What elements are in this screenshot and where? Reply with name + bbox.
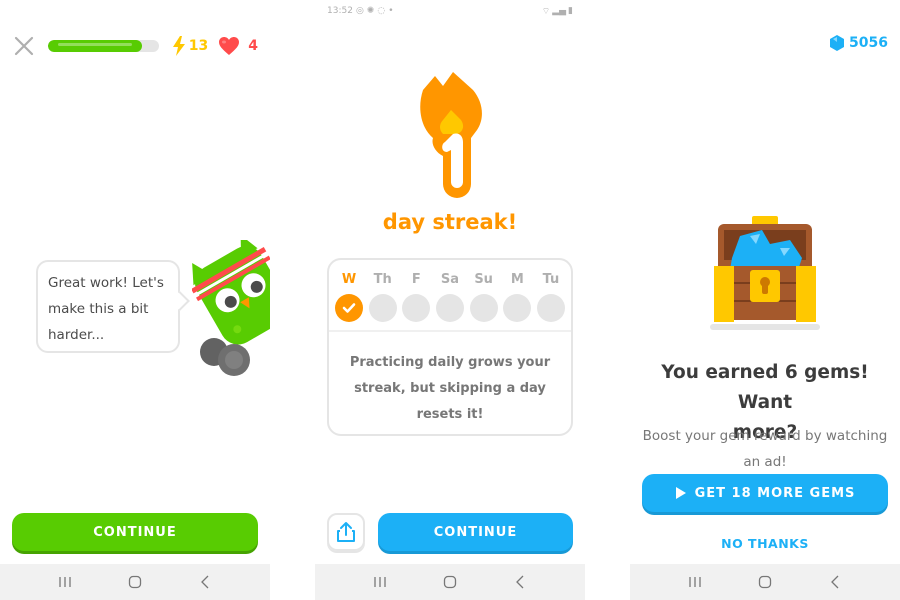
streak-day-empty — [536, 294, 565, 322]
dot-icon: • — [388, 6, 394, 16]
status-time: 13:52 — [327, 6, 353, 16]
close-button[interactable] — [12, 34, 36, 58]
recent-apps-icon — [59, 577, 71, 587]
whatsapp-icon: ◌ — [377, 6, 386, 16]
android-navbar — [630, 564, 900, 600]
speech-line: harder... — [48, 327, 105, 343]
continue-button[interactable]: CONTINUE — [12, 513, 258, 551]
gem-icon — [830, 35, 845, 51]
reward-subtitle: Boost your gem reward by watching an ad! — [638, 423, 892, 475]
gems-reward-screen: 5056 You earned 6 gems! Want more? Boost… — [630, 0, 900, 600]
streak-day-label: Su — [474, 272, 493, 287]
streak-day: M — [503, 270, 532, 322]
streak-message-line: streak, but skipping a day — [354, 381, 546, 396]
no-thanks-link[interactable]: NO THANKS — [630, 536, 900, 551]
back-icon — [831, 575, 839, 589]
gems-counter[interactable]: 5056 — [829, 34, 888, 52]
energy-count: 13 — [188, 38, 209, 54]
gems-total: 5056 — [849, 35, 888, 51]
home-button[interactable] — [440, 572, 460, 592]
back-button[interactable] — [510, 572, 530, 592]
streak-day: W — [335, 270, 363, 322]
speech-line: Great work! Let's — [48, 275, 164, 291]
continue-button[interactable]: CONTINUE — [378, 513, 573, 551]
back-button[interactable] — [195, 572, 215, 592]
alarm-icon: ◎ — [355, 6, 364, 16]
wifi-icon: ⌔ — [541, 6, 551, 17]
battery-icon: ▮ — [568, 6, 573, 16]
recent-apps-button[interactable] — [685, 572, 705, 592]
home-icon — [443, 575, 457, 589]
streak-day-label: Tu — [542, 272, 560, 287]
streak-message-line: Practicing daily grows your — [349, 355, 551, 370]
recent-apps-button[interactable] — [55, 572, 75, 592]
status-bar: 13:52 ◎ ✺ ◌ • ⌔ ▂▄ ▮ — [327, 4, 573, 18]
streak-day: F — [402, 270, 431, 322]
get-more-gems-label: GET 18 MORE GEMS — [694, 485, 856, 501]
lesson-progress-fill — [48, 40, 143, 52]
lesson-progress-shine — [58, 43, 133, 46]
streak-day-empty — [435, 294, 464, 322]
duo-owl-mascot — [192, 240, 270, 376]
speech-bubble-tail — [170, 291, 190, 311]
streak-message-line: resets it! — [416, 407, 484, 422]
share-icon — [337, 522, 355, 542]
back-icon — [201, 575, 209, 589]
check-icon — [342, 303, 356, 313]
home-button[interactable] — [755, 572, 775, 592]
streak-day-completed — [335, 294, 363, 322]
share-button[interactable] — [327, 513, 365, 551]
streak-message: Practicing daily grows your streak, but … — [339, 350, 561, 428]
speech-bubble: Great work! Let's make this a bit harder… — [36, 260, 190, 353]
streak-flame-icon — [420, 72, 482, 198]
week-days-row: W Th F Sa Su M Tu — [335, 270, 565, 322]
android-navbar — [0, 564, 270, 600]
lesson-progress-bar — [48, 40, 159, 52]
reward-subtitle-line: an ad! — [743, 454, 787, 470]
play-icon — [675, 487, 686, 499]
streak-day-empty — [503, 294, 532, 322]
streak-day: Su — [469, 270, 498, 322]
treasure-chest-icon — [710, 216, 820, 330]
get-more-gems-button[interactable]: GET 18 MORE GEMS — [642, 474, 888, 512]
streak-day-label: Sa — [440, 272, 460, 287]
streak-day-label: F — [411, 272, 421, 287]
back-button[interactable] — [825, 572, 845, 592]
streak-day-empty — [368, 294, 397, 322]
home-button[interactable] — [125, 572, 145, 592]
heart-icon — [219, 37, 240, 55]
home-icon — [758, 575, 772, 589]
streak-day: Th — [368, 270, 397, 322]
home-icon — [128, 575, 142, 589]
settings-icon: ✺ — [366, 6, 375, 16]
hearts-counter[interactable]: 4 — [218, 36, 258, 56]
back-icon — [516, 575, 524, 589]
streak-day: Sa — [435, 270, 464, 322]
close-icon — [14, 36, 34, 56]
streak-week-card: W Th F Sa Su M Tu Practicing daily grows your … — [327, 258, 573, 436]
energy-counter[interactable]: 13 — [171, 35, 208, 57]
streak-day: Tu — [536, 270, 565, 322]
speech-line: make this a bit — [48, 301, 149, 317]
android-navbar — [315, 564, 585, 600]
lesson-screen: 13 4 Great work! Let's make this a bit h… — [0, 0, 270, 600]
streak-day-empty — [402, 294, 431, 322]
lesson-header: 13 4 — [12, 34, 258, 58]
card-divider — [329, 330, 571, 332]
hearts-count: 4 — [248, 38, 258, 54]
streak-title: day streak! — [382, 210, 518, 234]
lightning-icon — [172, 36, 185, 56]
streak-day-label: M — [510, 272, 524, 287]
reward-subtitle-line: Boost your gem reward by watching — [642, 428, 888, 444]
reward-title-line: You earned 6 gems! Want — [661, 362, 869, 413]
signal-icon: ▂▄ — [552, 6, 567, 16]
recent-apps-icon — [689, 577, 701, 587]
streak-screen: 13:52 ◎ ✺ ◌ • ⌔ ▂▄ ▮ day streak! W Th F Sa S… — [315, 0, 585, 600]
streak-day-label: W — [341, 272, 357, 287]
recent-apps-icon — [374, 577, 386, 587]
streak-day-label: Th — [373, 272, 392, 287]
streak-day-empty — [469, 294, 498, 322]
recent-apps-button[interactable] — [370, 572, 390, 592]
